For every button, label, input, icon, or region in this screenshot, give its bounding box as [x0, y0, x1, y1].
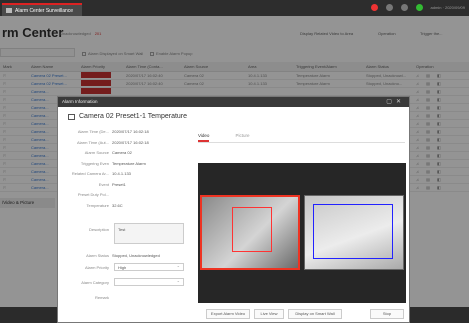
- camera-title: Camera 02 Preset1-1 Temperature: [79, 113, 188, 120]
- tab-divider: [198, 142, 405, 143]
- info-field: Related Camera Ar... 10.4.1.133: [66, 171, 131, 176]
- field-value: 2020/07/17 16:02:18: [112, 129, 149, 134]
- remark-label: Remark: [94, 295, 109, 300]
- field-label: Temperature: [86, 202, 109, 208]
- alarm-icon[interactable]: [370, 4, 378, 11]
- app-tab[interactable]: Alarm Center Surveillance: [2, 3, 82, 16]
- field-value: 10.4.1.133: [112, 171, 131, 176]
- live-view-button[interactable]: Live View: [254, 309, 284, 319]
- alarm-center-page: rm Center Unacknowledged 201 Display Rela…: [0, 16, 469, 323]
- field-value: Preset1: [112, 181, 126, 187]
- thermal-feed[interactable]: [304, 195, 404, 270]
- info-field: Alarm Source Camera 02: [66, 150, 132, 155]
- status-icon[interactable]: [415, 4, 423, 11]
- sync-icon[interactable]: [385, 4, 393, 11]
- field-value: 2020/07/17 16:02:18: [112, 139, 149, 145]
- info-field: Event Preset1: [66, 182, 126, 187]
- stop-button[interactable]: Stop: [370, 309, 404, 319]
- user-icon[interactable]: [400, 4, 408, 11]
- top-right-info: admin · 2020/09/09: [430, 5, 465, 10]
- camera-heading: Camera 02 Preset1-1 Temperature: [68, 113, 187, 120]
- alarm-status-row: Alarm Status Stopped, Unacknowledged: [66, 253, 160, 258]
- thermal-region-box: [313, 204, 393, 259]
- dialog-title: Alarm Information: [62, 99, 98, 104]
- dialog-header: Alarm Information ▢✕: [58, 97, 409, 107]
- description-field[interactable]: Test: [114, 223, 184, 244]
- description-label: Description: [88, 227, 109, 232]
- category-select[interactable]: [114, 278, 184, 286]
- app-tab-label: Alarm Center Surveillance: [15, 7, 74, 14]
- field-label: Related Camera Ar...: [71, 171, 109, 176]
- smart-wall-button[interactable]: Display on Smart Wall: [288, 309, 342, 319]
- export-video-button[interactable]: Export Alarm Video: [206, 309, 250, 319]
- field-label: Alarm Source: [84, 150, 109, 155]
- camera-icon: [68, 113, 75, 120]
- field-value: Temperature Alarm: [112, 160, 146, 166]
- field-label: Event: [98, 181, 109, 187]
- info-field: Triggering Even Temperature Alarm: [66, 161, 146, 166]
- app-icon: [6, 8, 12, 13]
- alarm-status-label: Alarm Status: [86, 253, 109, 258]
- alarm-status-value: Stopped, Unacknowledged: [112, 253, 160, 258]
- info-field: Temperature 32.6C: [66, 203, 123, 208]
- priority-label: Alarm Priority: [84, 265, 109, 270]
- priority-select[interactable]: High: [114, 263, 184, 271]
- alarm-info-dialog: Alarm Information ▢✕ Camera 02 Preset1-1…: [57, 96, 410, 323]
- info-field: Alarm Time (De... 2020/07/17 16:02:18: [66, 129, 149, 134]
- visible-feed[interactable]: [200, 195, 300, 270]
- field-label: Alarm Time (De...: [77, 129, 109, 134]
- field-label: Triggering Even: [80, 160, 109, 166]
- maximize-icon[interactable]: ▢: [386, 99, 396, 105]
- info-field: Preset Duty Pol...: [66, 192, 112, 197]
- tab-picture[interactable]: Picture: [235, 133, 249, 142]
- title-bar: Alarm Center Surveillance admin · 2020/0…: [0, 0, 469, 16]
- toolbar-icons: admin · 2020/09/09: [370, 4, 465, 11]
- field-value: 32.6C: [112, 202, 123, 208]
- video-player[interactable]: [198, 163, 406, 303]
- tab-video[interactable]: Video: [198, 133, 210, 142]
- field-value: Camera 02: [112, 150, 132, 155]
- info-field: Alarm Time (Aut... 2020/07/17 16:02:18: [66, 140, 149, 145]
- close-icon[interactable]: ✕: [396, 99, 405, 105]
- field-label: Alarm Time (Aut...: [76, 139, 109, 145]
- detection-box: [232, 207, 272, 252]
- category-label: Alarm Category: [81, 280, 109, 285]
- media-tabs: Video Picture: [198, 133, 249, 142]
- field-label: Preset Duty Pol...: [77, 192, 109, 197]
